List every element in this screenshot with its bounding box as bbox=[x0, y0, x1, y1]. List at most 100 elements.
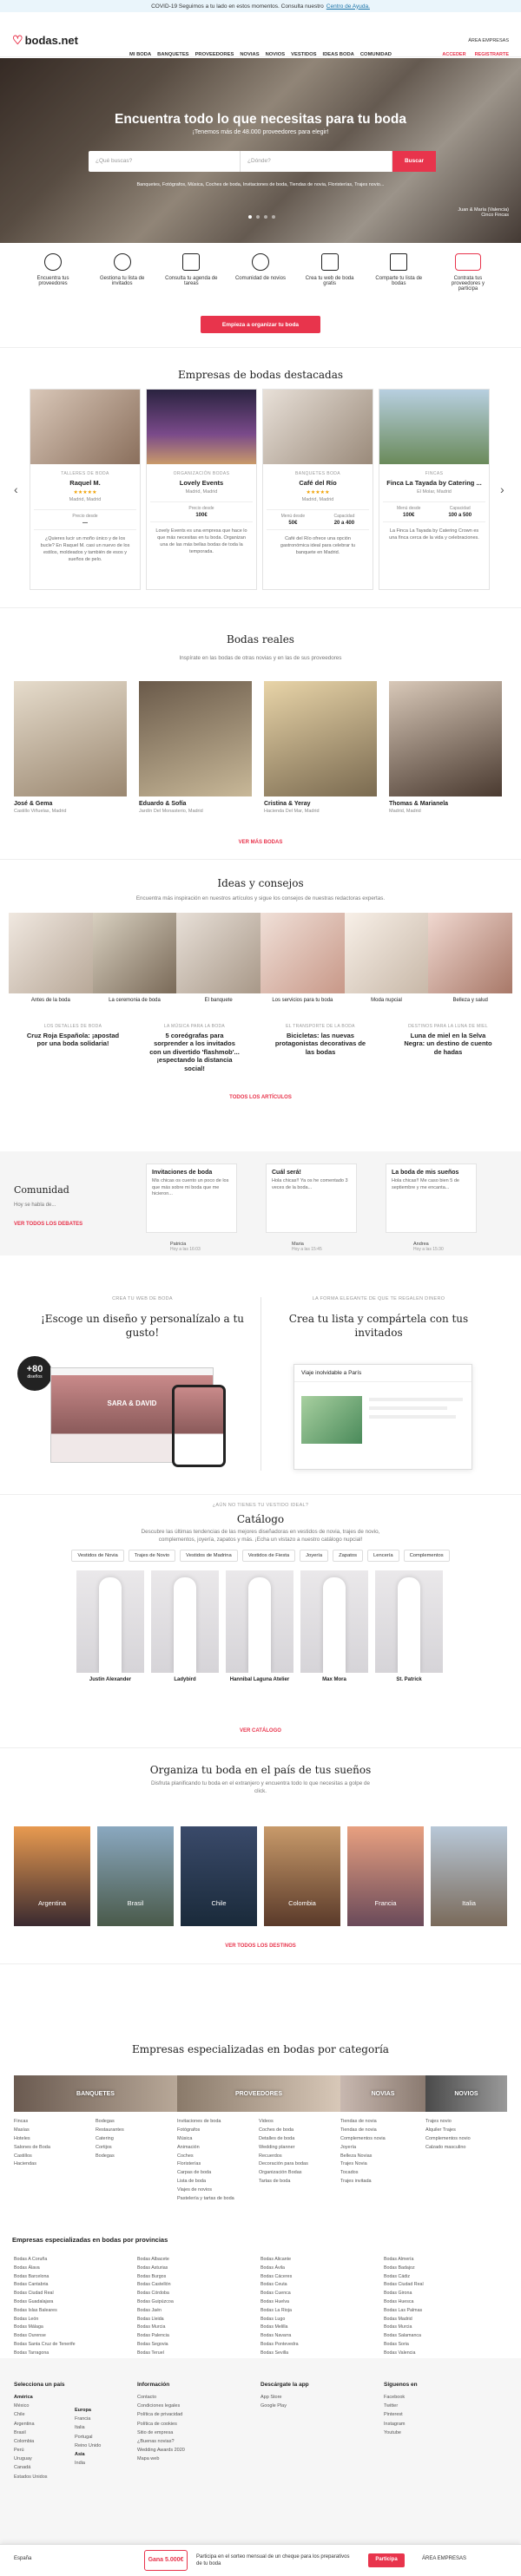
category-header-brides[interactable]: NOVIAS bbox=[340, 2075, 425, 2112]
footer-link[interactable]: Sitio de empresa bbox=[137, 2429, 185, 2437]
social-link[interactable]: Instagram bbox=[384, 2420, 418, 2429]
province-link[interactable]: Bodas Murcia bbox=[384, 2324, 424, 2332]
province-link[interactable]: Bodas Navarra bbox=[260, 2332, 299, 2341]
destination-card[interactable]: Italia bbox=[431, 1826, 507, 1926]
dress-card[interactable]: St. Patrick bbox=[375, 1570, 443, 1682]
feature-contest[interactable]: Contrata tus proveedores y participa bbox=[441, 253, 495, 292]
province-link[interactable]: Bodas Álava bbox=[14, 2265, 76, 2273]
province-link[interactable]: Bodas A Coruña bbox=[14, 2256, 76, 2265]
app-store-link[interactable]: Google Play bbox=[260, 2402, 309, 2410]
tab-bridal[interactable]: Vestidos de Novia bbox=[71, 1550, 124, 1562]
feature-guests[interactable]: Gestiona tu lista de invitados bbox=[96, 253, 149, 292]
vendor-card[interactable]: ORGANIZACIÓN BODAS Lovely Events Madrid,… bbox=[146, 389, 257, 590]
wedding-card[interactable]: Eduardo & Sofía Jardín Del Monasterio, Ma… bbox=[139, 681, 252, 824]
province-link[interactable]: Bodas Ciudad Real bbox=[384, 2281, 424, 2290]
menu-item[interactable]: NOVIAS bbox=[240, 52, 259, 57]
province-link[interactable]: Bodas Teruel bbox=[137, 2350, 174, 2358]
social-link[interactable]: Youtube bbox=[384, 2429, 418, 2437]
province-link[interactable]: Bodas Albacete bbox=[137, 2256, 174, 2265]
province-link[interactable]: Bodas Pontevedra bbox=[260, 2341, 299, 2350]
province-link[interactable]: Bodas Huelva bbox=[260, 2298, 299, 2307]
wedding-card[interactable]: Thomas & Marianela Madrid, Madrid bbox=[389, 681, 502, 824]
destination-card[interactable]: Chile bbox=[181, 1826, 257, 1926]
province-link[interactable]: Bodas Las Palmas bbox=[384, 2307, 424, 2316]
province-link[interactable]: Bodas Segovia bbox=[137, 2341, 174, 2350]
province-link[interactable]: Bodas Girona bbox=[384, 2290, 424, 2298]
community-post[interactable]: Invitaciones de boda Mis chicas os cuento… bbox=[146, 1163, 237, 1233]
province-link[interactable]: Bodas La Rioja bbox=[260, 2307, 299, 2316]
province-link[interactable]: Bodas Cáceres bbox=[260, 2273, 299, 2282]
see-destinations-link[interactable]: VER TODOS LOS DESTINOS bbox=[0, 1943, 521, 1949]
province-link[interactable]: Bodas Ourense bbox=[14, 2332, 76, 2341]
category-list[interactable]: Videos Coches de boda Detalles de boda Wedd… bbox=[259, 2118, 308, 2186]
province-link[interactable]: Bodas Málaga bbox=[14, 2324, 76, 2332]
destination-card[interactable]: Argentina bbox=[14, 1826, 90, 1926]
idea-category[interactable]: Antes de la boda bbox=[9, 913, 93, 1003]
search-button[interactable]: Buscar bbox=[392, 151, 436, 172]
hero-category-links[interactable]: Banquetes, Fotógrafos, Música, Coches de… bbox=[0, 182, 521, 187]
country-link[interactable]: Argentina bbox=[14, 2420, 65, 2429]
feature-website[interactable]: Crea tu web de boda gratis bbox=[303, 253, 357, 292]
province-link[interactable]: Bodas Cuenca bbox=[260, 2290, 299, 2298]
country-link[interactable]: Reino Unido bbox=[75, 2442, 101, 2450]
wedding-card[interactable]: Cristina & Yeray Hacienda Del Mar, Madrid bbox=[264, 681, 377, 824]
article-link[interactable]: LA MÚSICA PARA LA BODA 5 coreógrafas para… bbox=[148, 1024, 241, 1072]
vendor-card[interactable]: FINCAS Finca La Tayada by Catering ... E… bbox=[379, 389, 490, 590]
dress-card[interactable]: Hannibal Laguna Atelier bbox=[226, 1570, 293, 1682]
province-link[interactable]: Bodas Ceuta bbox=[260, 2281, 299, 2290]
province-link[interactable]: Bodas Melilla bbox=[260, 2324, 299, 2332]
country-link[interactable]: Francia bbox=[75, 2415, 101, 2423]
site-logo[interactable]: ♡ bodas.net bbox=[12, 33, 78, 48]
carousel-dots[interactable] bbox=[248, 215, 275, 219]
footer-link[interactable]: ¿Buenas novias? bbox=[137, 2437, 185, 2446]
province-link[interactable]: Bodas Lleida bbox=[137, 2316, 174, 2324]
province-link[interactable]: Bodas Tarragona bbox=[14, 2350, 76, 2358]
country-link[interactable]: Chile bbox=[14, 2410, 65, 2419]
country-link[interactable]: Portugal bbox=[75, 2433, 101, 2442]
footer-link[interactable]: Condiciones legales bbox=[137, 2402, 185, 2410]
search-input[interactable]: ¿Qué buscas? bbox=[89, 151, 241, 172]
country-link[interactable]: India bbox=[75, 2459, 101, 2468]
see-catalog-link[interactable]: VER CATÁLOGO bbox=[0, 1728, 521, 1734]
country-link[interactable]: Brasil bbox=[14, 2429, 65, 2437]
start-planning-button[interactable]: Empieza a organizar tu boda bbox=[201, 316, 320, 333]
province-link[interactable]: Bodas Madrid bbox=[384, 2316, 424, 2324]
participate-button[interactable]: Participa bbox=[368, 2553, 405, 2567]
country-link[interactable]: Canadá bbox=[14, 2463, 65, 2472]
country-selector[interactable]: España bbox=[14, 2556, 31, 2561]
article-link[interactable]: LOS DETALLES DE BODA Cruz Roja Española: … bbox=[26, 1024, 120, 1048]
feature-vendors[interactable]: Encuentra tus proveedores bbox=[26, 253, 80, 292]
province-link[interactable]: Bodas Lugo bbox=[260, 2316, 299, 2324]
tab-party[interactable]: Vestidos de Fiesta bbox=[241, 1550, 296, 1562]
dress-card[interactable]: Justin Alexander bbox=[76, 1570, 144, 1682]
province-link[interactable]: Bodas Islas Baleares bbox=[14, 2307, 76, 2316]
menu-item[interactable]: MI BODA bbox=[129, 52, 151, 57]
footer-link[interactable]: Política de cookies bbox=[137, 2420, 185, 2429]
category-list[interactable]: Invitaciones de boda Fotógrafos Música Anim… bbox=[177, 2118, 234, 2204]
country-link[interactable]: Colombia bbox=[14, 2437, 65, 2446]
business-area-link[interactable]: ÁREA EMPRESAS bbox=[468, 38, 509, 43]
menu-item[interactable]: COMUNIDAD bbox=[360, 52, 392, 57]
footer-link[interactable]: Wedding Awards 2020 bbox=[137, 2446, 185, 2455]
vendor-card[interactable]: TALLERES DE BODA Raquel M. ★★★★★ Madrid,… bbox=[30, 389, 141, 590]
province-link[interactable]: Bodas Córdoba bbox=[137, 2290, 174, 2298]
province-link[interactable]: Bodas León bbox=[14, 2316, 76, 2324]
social-link[interactable]: Facebook bbox=[384, 2393, 418, 2402]
article-link[interactable]: EL TRANSPORTE DE LA BODA Bicicletas: las … bbox=[274, 1024, 367, 1056]
category-header-vendors[interactable]: PROVEEDORES bbox=[177, 2075, 340, 2112]
tab-lingerie[interactable]: Lencería bbox=[367, 1550, 399, 1562]
province-link[interactable]: Bodas Guipúzcoa bbox=[137, 2298, 174, 2307]
destination-card[interactable]: Brasil bbox=[97, 1826, 174, 1926]
tab-godmother[interactable]: Vestidos de Madrina bbox=[180, 1550, 238, 1562]
province-link[interactable]: Bodas Murcia bbox=[137, 2324, 174, 2332]
idea-category[interactable]: El banquete bbox=[176, 913, 261, 1003]
province-link[interactable]: Bodas Almería bbox=[384, 2256, 424, 2265]
tab-shoes[interactable]: Zapatos bbox=[333, 1550, 364, 1562]
see-more-weddings-link[interactable]: VER MÁS BODAS bbox=[0, 840, 521, 845]
province-link[interactable]: Bodas Santa Cruz de Tenerife bbox=[14, 2341, 76, 2350]
footer-link[interactable]: Política de privacidad bbox=[137, 2410, 185, 2419]
country-link[interactable]: Italia bbox=[75, 2423, 101, 2432]
province-link[interactable]: Bodas Cádiz bbox=[384, 2273, 424, 2282]
province-link[interactable]: Bodas Ávila bbox=[260, 2265, 299, 2273]
app-store-link[interactable]: App Store bbox=[260, 2393, 309, 2402]
